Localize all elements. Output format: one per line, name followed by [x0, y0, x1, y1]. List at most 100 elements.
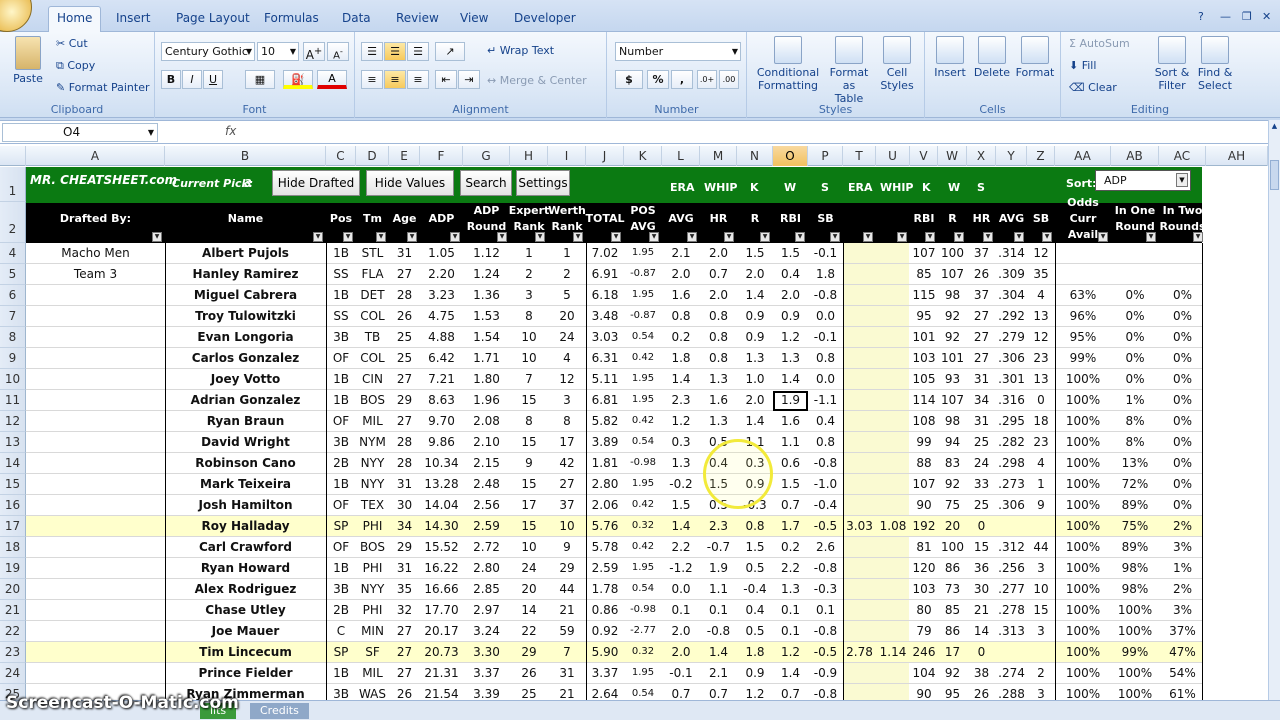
table-cell[interactable]	[876, 264, 910, 285]
table-cell[interactable]: 2.59	[463, 516, 510, 537]
table-cell[interactable]: 0.1	[662, 600, 700, 621]
table-cell[interactable]: 1.95	[624, 369, 662, 390]
table-cell[interactable]	[26, 621, 165, 642]
table-cell[interactable]: 3	[548, 390, 586, 411]
table-cell[interactable]	[26, 558, 165, 579]
table-cell[interactable]: 100%	[1055, 600, 1111, 621]
table-cell[interactable]: 0%	[1111, 306, 1159, 327]
table-cell[interactable]: 10	[1027, 579, 1055, 600]
table-cell[interactable]: 100%	[1055, 411, 1111, 432]
table-cell[interactable]: 21.54	[420, 684, 463, 700]
table-cell[interactable]: -0.9	[808, 663, 843, 684]
table-cell[interactable]: -0.5	[808, 516, 843, 537]
table-cell[interactable]: SP	[326, 516, 356, 537]
table-cell[interactable]: .312	[996, 537, 1027, 558]
table-cell[interactable]: 2.48	[463, 474, 510, 495]
table-cell[interactable]: 15.52	[420, 537, 463, 558]
table-cell[interactable]	[1055, 243, 1111, 264]
table-cell[interactable]: -0.98	[624, 600, 662, 621]
table-cell[interactable]: DET	[356, 285, 389, 306]
table-cell[interactable]: 2.56	[463, 495, 510, 516]
filter-dropdown-icon[interactable]: ▼	[760, 232, 770, 242]
column-header[interactable]: O	[773, 146, 808, 166]
table-cell[interactable]: 1.2	[773, 642, 808, 663]
table-cell[interactable]	[996, 642, 1027, 663]
table-cell[interactable]: 38	[967, 663, 996, 684]
table-cell[interactable]: 103	[910, 348, 938, 369]
table-cell[interactable]: 0.9	[737, 663, 773, 684]
tab-insert[interactable]: Insert	[108, 9, 158, 31]
table-cell[interactable]: 1.4	[662, 516, 700, 537]
table-cell[interactable]	[876, 537, 910, 558]
table-cell[interactable]: 100%	[1055, 516, 1111, 537]
table-cell[interactable]: 14.04	[420, 495, 463, 516]
table-cell[interactable]: 3.23	[420, 285, 463, 306]
table-cell[interactable]: 2	[510, 264, 548, 285]
table-cell[interactable]	[843, 243, 876, 264]
table-cell[interactable]: 1	[1027, 474, 1055, 495]
table-cell[interactable]: 3.03	[586, 327, 624, 348]
table-cell[interactable]: BOS	[356, 390, 389, 411]
table-cell[interactable]	[26, 474, 165, 495]
table-cell[interactable]: 21	[548, 600, 586, 621]
table-cell[interactable]: 120	[910, 558, 938, 579]
table-cell[interactable]: 26	[389, 684, 420, 700]
selected-cell[interactable]	[773, 391, 808, 411]
row-header[interactable]: 19	[0, 558, 26, 579]
table-cell[interactable]: 0%	[1159, 495, 1206, 516]
table-cell[interactable]	[996, 516, 1027, 537]
row-header[interactable]: 23	[0, 642, 26, 663]
table-cell[interactable]	[876, 684, 910, 700]
table-cell[interactable]: .279	[996, 327, 1027, 348]
borders-button[interactable]: ▦	[245, 70, 275, 89]
table-cell[interactable]: STL	[356, 243, 389, 264]
table-cell[interactable]: 0.4	[773, 264, 808, 285]
table-cell[interactable]: 0.8	[808, 432, 843, 453]
table-cell[interactable]	[26, 642, 165, 663]
table-cell[interactable]: Mark Teixeira	[165, 474, 326, 495]
table-cell[interactable]: 33	[967, 474, 996, 495]
table-cell[interactable]: 100	[938, 243, 967, 264]
table-cell[interactable]: 1B	[326, 390, 356, 411]
table-cell[interactable]	[843, 579, 876, 600]
table-cell[interactable]: 2.08	[463, 411, 510, 432]
table-cell[interactable]: OF	[326, 348, 356, 369]
table-cell[interactable]: 3.48	[586, 306, 624, 327]
table-cell[interactable]: 7	[548, 642, 586, 663]
table-cell[interactable]: 37	[967, 243, 996, 264]
table-cell[interactable]: 47%	[1159, 642, 1206, 663]
table-cell[interactable]: 1.95	[624, 558, 662, 579]
sort-select[interactable]: ADP ▼	[1095, 170, 1191, 191]
table-cell[interactable]	[876, 558, 910, 579]
table-cell[interactable]: 101	[938, 348, 967, 369]
table-cell[interactable]	[876, 600, 910, 621]
table-cell[interactable]: OF	[326, 411, 356, 432]
table-cell[interactable]: SS	[326, 264, 356, 285]
row-header[interactable]: 6	[0, 285, 26, 306]
table-cell[interactable]: 0%	[1111, 327, 1159, 348]
filter-dropdown-icon[interactable]: ▼	[954, 232, 964, 242]
table-cell[interactable]: 8%	[1111, 411, 1159, 432]
table-cell[interactable]: PHI	[356, 516, 389, 537]
table-cell[interactable]: 27	[389, 369, 420, 390]
table-cell[interactable]: 2.20	[420, 264, 463, 285]
filter-dropdown-icon[interactable]: ▼	[863, 232, 873, 242]
table-cell[interactable]: 1.3	[662, 453, 700, 474]
table-cell[interactable]: 88	[910, 453, 938, 474]
table-cell[interactable]: 15	[510, 516, 548, 537]
table-cell[interactable]: 0%	[1159, 474, 1206, 495]
table-cell[interactable]: 1.24	[463, 264, 510, 285]
table-cell[interactable]: 14.30	[420, 516, 463, 537]
table-cell[interactable]: 37%	[1159, 621, 1206, 642]
table-cell[interactable]	[1027, 642, 1055, 663]
increase-decimal-button[interactable]: .0+	[697, 70, 717, 89]
table-cell[interactable]: 2.06	[586, 495, 624, 516]
table-cell[interactable]: 0.2	[773, 537, 808, 558]
table-cell[interactable]: 10	[510, 537, 548, 558]
table-cell[interactable]: 0.8	[737, 516, 773, 537]
table-cell[interactable]: 7.02	[586, 243, 624, 264]
format-cells-button[interactable]: Format	[1015, 36, 1055, 79]
column-header[interactable]: N	[737, 146, 773, 166]
table-cell[interactable]: 1.2	[773, 327, 808, 348]
column-header[interactable]: I	[548, 146, 586, 166]
